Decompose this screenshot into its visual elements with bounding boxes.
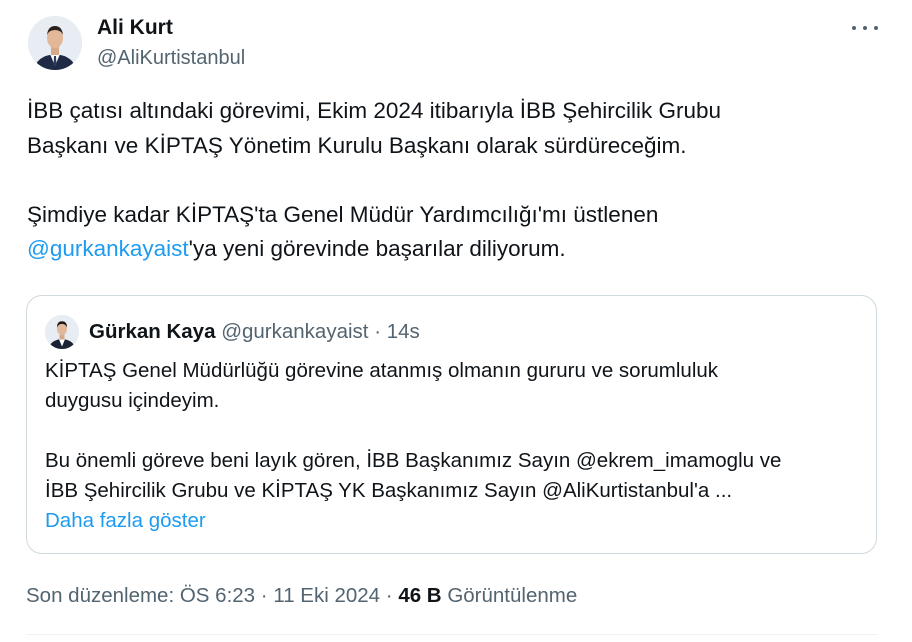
quoted-author-handle[interactable]: @gurkankayaist (221, 320, 368, 343)
show-more-link[interactable]: Daha fazla göster (45, 509, 206, 532)
tweet-line: Şimdiye kadar KİPTAŞ'ta Genel Müdür Yard… (27, 201, 659, 227)
more-horizontal-icon (852, 26, 856, 30)
more-horizontal-icon (863, 26, 867, 30)
views-count: 46 B (398, 584, 442, 607)
tweet-meta: Son düzenleme: ÖS 6:23 · 11 Eki 2024 · 4… (26, 582, 577, 610)
tweet-text: İBB çatısı altındaki görevimi, Ekim 2024… (27, 94, 887, 267)
tweet-line: İBB çatısı altındaki görevimi, Ekim 2024… (27, 98, 722, 123)
quoted-tweet[interactable]: Gürkan Kaya @gurkankayaist · 14s KİPTAŞ … (26, 295, 877, 554)
divider (26, 634, 878, 635)
quoted-header: Gürkan Kaya @gurkankayaist · 14s (89, 319, 420, 345)
more-horizontal-icon (874, 26, 878, 30)
more-options-button[interactable] (852, 18, 878, 38)
quoted-line: Bu önemli göreve beni layık gören, İBB B… (45, 449, 782, 472)
quoted-line: KİPTAŞ Genel Müdürlüğü görevine atanmış … (45, 359, 719, 382)
timestamp[interactable]: ÖS 6:23 (180, 584, 255, 607)
author-name[interactable]: Ali Kurt (97, 15, 173, 41)
quoted-line: duygusu içindeyim. (45, 389, 220, 412)
tweet-line: @gurkankayaist'ya yeni görevinde başarıl… (27, 232, 887, 267)
tweet-line-rest: 'ya yeni görevinde başarılar diliyorum. (188, 236, 566, 261)
date[interactable]: 11 Eki 2024 (273, 584, 380, 607)
quoted-timestamp[interactable]: 14s (387, 320, 420, 343)
quoted-text: KİPTAŞ Genel Müdürlüğü görevine atanmış … (45, 356, 860, 536)
separator: · (260, 584, 268, 607)
edited-label[interactable]: Son düzenleme: (26, 584, 174, 607)
quoted-author-name[interactable]: Gürkan Kaya (89, 320, 215, 343)
tweet-line: Başkanı ve KİPTAŞ Yönetim Kurulu Başkanı… (27, 132, 687, 158)
separator: · (374, 320, 382, 343)
quoted-avatar[interactable] (45, 315, 79, 349)
author-handle[interactable]: @AliKurtistanbul (97, 46, 245, 70)
mention-link[interactable]: @gurkankayaist (27, 236, 189, 261)
views-label: Görüntülenme (447, 584, 578, 607)
separator: · (385, 584, 393, 607)
avatar[interactable] (28, 16, 82, 70)
quoted-line: İBB Şehircilik Grubu ve KİPTAŞ YK Başkan… (45, 479, 733, 502)
